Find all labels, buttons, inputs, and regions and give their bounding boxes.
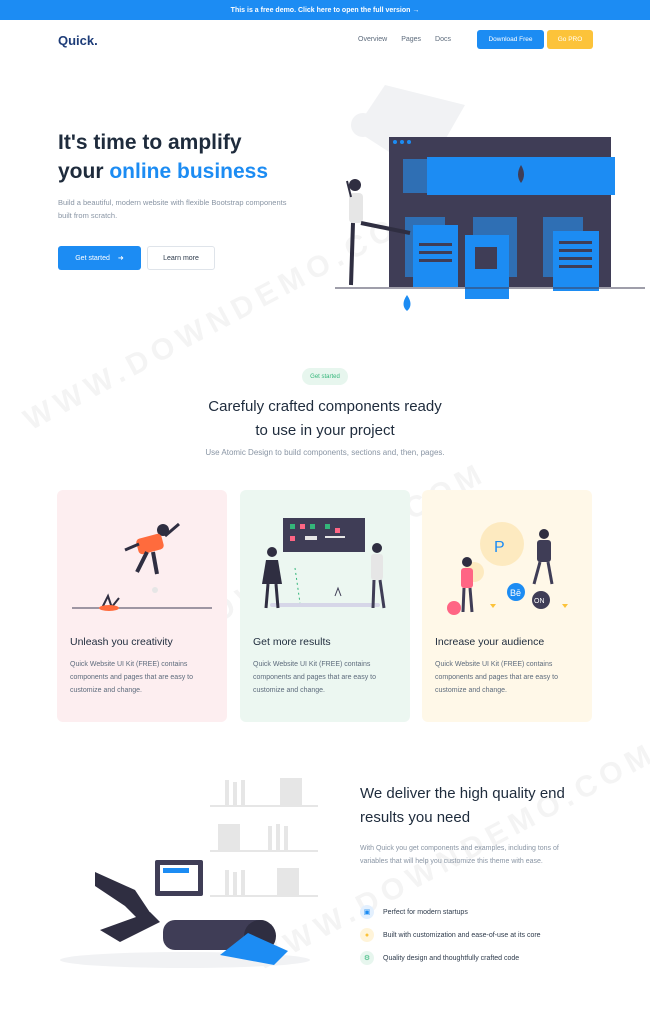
deliver-illustration xyxy=(60,778,318,968)
nav-link-pages[interactable]: Pages xyxy=(401,36,421,43)
go-pro-button[interactable]: Go PRO xyxy=(547,30,593,49)
hero-title-highlight: online business xyxy=(109,160,269,183)
feature-item-startups: ▣ Perfect for modern startups xyxy=(360,905,468,919)
card-text-creativity: Quick Website UI Kit (FREE) contains com… xyxy=(70,661,193,694)
building-icon: ▣ xyxy=(360,905,374,919)
navbar: Quick. Overview Pages Docs Download Free… xyxy=(0,20,650,62)
card-title-creativity: Unleash you creativity xyxy=(70,636,173,648)
hero-title: It's time to amplify your online busines… xyxy=(58,128,318,186)
learn-more-button[interactable]: Learn more xyxy=(147,246,215,270)
results-illustration xyxy=(262,518,386,609)
deliver-title-line2: results you need xyxy=(360,809,471,826)
arrow-right-icon: ➜ xyxy=(117,255,124,262)
section-title: Carefuly crafted components ready to use… xyxy=(150,395,500,443)
creativity-illustration xyxy=(72,522,212,611)
section-title-line2: to use in your project xyxy=(255,422,395,439)
get-started-button[interactable]: Get started ➜ xyxy=(58,246,141,270)
section-pill: Get started xyxy=(302,368,348,385)
nav-links: Overview Pages Docs xyxy=(358,36,451,43)
deliver-title-line1: We deliver the high quality end xyxy=(360,785,565,802)
lightbulb-icon: ● xyxy=(360,928,374,942)
gear-icon: ⚙ xyxy=(360,951,374,965)
section-subtitle: Use Atomic Design to build components, s… xyxy=(205,448,445,457)
logo[interactable]: Quick. xyxy=(58,33,98,48)
card-text-results: Quick Website UI Kit (FREE) contains com… xyxy=(253,661,376,694)
nav-link-overview[interactable]: Overview xyxy=(358,36,387,43)
feature-item-customization: ● Built with customization and ease-of-u… xyxy=(360,928,541,942)
feature-item-quality: ⚙ Quality design and thoughtfully crafte… xyxy=(360,951,519,965)
card-text-audience: Quick Website UI Kit (FREE) contains com… xyxy=(435,661,558,694)
hero-illustration xyxy=(335,85,645,311)
get-started-label: Get started xyxy=(75,254,110,262)
card-title-audience: Increase your audience xyxy=(435,636,545,648)
feature-label-customization: Built with customization and ease-of-use… xyxy=(383,931,541,939)
feature-label-startups: Perfect for modern startups xyxy=(383,908,468,916)
hero-title-line1: It's time to amplify xyxy=(58,131,242,154)
svg-text:Bē: Bē xyxy=(510,588,521,598)
feature-card-creativity: Unleash you creativity Quick Website UI … xyxy=(57,490,227,722)
demo-announcement-bar[interactable]: This is a free demo. Click here to open … xyxy=(0,0,650,20)
svg-text:P: P xyxy=(494,539,505,556)
feature-card-results: Get more results Quick Website UI Kit (F… xyxy=(240,490,410,722)
feature-label-quality: Quality design and thoughtfully crafted … xyxy=(383,954,520,962)
download-free-button[interactable]: Download Free xyxy=(477,30,544,49)
deliver-title: We deliver the high quality end results … xyxy=(360,782,610,830)
card-title-results: Get more results xyxy=(253,636,331,648)
hero-subtitle: Build a beautiful, modern website with f… xyxy=(58,198,287,220)
feature-card-audience: P Bē ON Increase your audience Quick Web… xyxy=(422,490,592,722)
hero-title-prefix: your xyxy=(58,160,110,183)
deliver-subtitle: With Quick you get components and exampl… xyxy=(360,845,559,865)
svg-text:ON: ON xyxy=(534,598,545,605)
audience-illustration: P Bē ON xyxy=(447,522,568,615)
nav-link-docs[interactable]: Docs xyxy=(435,36,451,43)
section-title-line1: Carefuly crafted components ready xyxy=(208,398,442,415)
